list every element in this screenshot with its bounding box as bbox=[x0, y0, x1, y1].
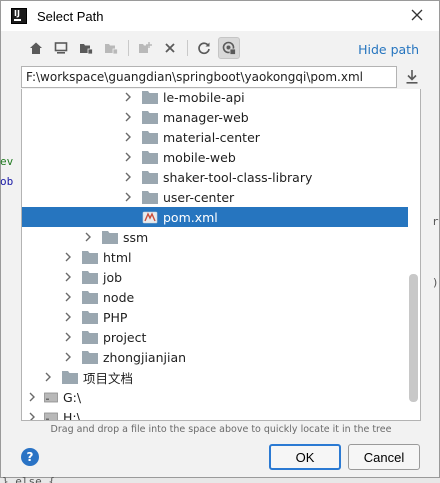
tree-item-label: job bbox=[103, 269, 123, 285]
drive-icon bbox=[44, 412, 58, 420]
tree-item-label: H:\ bbox=[63, 409, 81, 421]
new-folder-icon[interactable] bbox=[134, 37, 156, 59]
download-icon[interactable] bbox=[403, 67, 421, 87]
tree-item-label: manager-web bbox=[163, 109, 249, 125]
background-code-fragment: ev bbox=[0, 155, 14, 168]
folder-icon bbox=[142, 151, 158, 164]
tree-item-label: pom.xml bbox=[163, 209, 218, 225]
chevron-right-icon[interactable] bbox=[62, 311, 74, 323]
tree-item[interactable]: node bbox=[22, 287, 408, 307]
chevron-right-icon[interactable] bbox=[62, 251, 74, 263]
cancel-button[interactable]: Cancel bbox=[348, 444, 420, 470]
tree-item[interactable]: mobile-web bbox=[22, 147, 408, 167]
folder-icon bbox=[62, 371, 78, 384]
dialog-title: Select Path bbox=[37, 8, 104, 24]
chevron-right-icon[interactable] bbox=[26, 411, 38, 420]
folder-icon bbox=[82, 291, 98, 304]
delete-icon[interactable] bbox=[159, 37, 181, 59]
tree-item[interactable]: project bbox=[22, 327, 408, 347]
toolbar-separator bbox=[187, 40, 188, 56]
tree-item[interactable]: 项目文档 bbox=[22, 367, 408, 387]
show-hidden-icon[interactable] bbox=[218, 37, 240, 59]
folder-icon bbox=[102, 231, 118, 244]
help-button[interactable]: ? bbox=[21, 448, 39, 466]
chevron-right-icon[interactable] bbox=[62, 331, 74, 343]
background-code-fragment: ) bbox=[432, 276, 439, 289]
drag-drop-hint: Drag and drop a file into the space abov… bbox=[50, 424, 392, 435]
select-path-dialog: IJ Select Path Hide path F:\workspace\gu… bbox=[0, 0, 440, 478]
chevron-right-icon[interactable] bbox=[122, 131, 134, 143]
chevron-right-icon[interactable] bbox=[122, 91, 134, 103]
folder-icon bbox=[82, 351, 98, 364]
scrollbar-thumb[interactable] bbox=[409, 274, 418, 402]
tree-item[interactable]: html bbox=[22, 247, 408, 267]
module-folder-icon[interactable] bbox=[100, 37, 122, 59]
chevron-right-icon[interactable] bbox=[122, 171, 134, 183]
tree-item-label: project bbox=[103, 329, 147, 345]
tree-item[interactable]: zhongjianjian bbox=[22, 347, 408, 367]
tree-item-label: G:\ bbox=[63, 389, 82, 405]
chevron-right-icon[interactable] bbox=[26, 391, 38, 403]
folder-icon bbox=[142, 111, 158, 124]
folder-icon bbox=[82, 251, 98, 264]
tree-item-label: le-mobile-api bbox=[163, 89, 245, 105]
tree-item-label: shaker-tool-class-library bbox=[163, 169, 313, 185]
chevron-right-icon[interactable] bbox=[122, 111, 134, 123]
hide-path-link[interactable]: Hide path bbox=[358, 42, 419, 57]
maven-file-icon bbox=[142, 211, 158, 224]
tree-item[interactable]: shaker-tool-class-library bbox=[22, 167, 408, 187]
tree-item[interactable]: job bbox=[22, 267, 408, 287]
chevron-right-icon[interactable] bbox=[122, 191, 134, 203]
chevron-right-icon[interactable] bbox=[122, 151, 134, 163]
desktop-icon[interactable] bbox=[50, 37, 72, 59]
folder-icon bbox=[142, 131, 158, 144]
tree-item[interactable]: le-mobile-api bbox=[22, 89, 408, 107]
folder-icon bbox=[82, 331, 98, 344]
path-input[interactable] bbox=[21, 66, 397, 88]
toolbar-separator bbox=[128, 40, 129, 56]
tree-item[interactable]: H:\ bbox=[22, 407, 408, 421]
tree-item-label: node bbox=[103, 289, 135, 305]
tree-item[interactable]: ssm bbox=[22, 227, 408, 247]
close-icon[interactable] bbox=[409, 7, 425, 23]
chevron-right-icon[interactable] bbox=[62, 271, 74, 283]
folder-icon bbox=[82, 271, 98, 284]
drive-icon bbox=[44, 392, 58, 403]
background-code-fragment: ob bbox=[0, 175, 14, 188]
tree-item-label: PHP bbox=[103, 309, 128, 325]
tree-item-selected[interactable]: pom.xml bbox=[22, 207, 408, 227]
tree-item-label: 项目文档 bbox=[83, 370, 134, 386]
folder-icon bbox=[82, 311, 98, 324]
tree-item[interactable]: user-center bbox=[22, 187, 408, 207]
background-code-fragment: } else { bbox=[2, 475, 55, 483]
chevron-right-icon[interactable] bbox=[42, 371, 54, 383]
tree-item-label: zhongjianjian bbox=[103, 349, 187, 365]
home-icon[interactable] bbox=[25, 37, 47, 59]
path-row bbox=[21, 65, 421, 89]
background-code-fragment: r bbox=[432, 215, 439, 228]
tree-item[interactable]: PHP bbox=[22, 307, 408, 327]
toolbar: Hide path bbox=[1, 31, 439, 65]
tree-item-label: user-center bbox=[163, 189, 235, 205]
ok-button[interactable]: OK bbox=[269, 444, 341, 470]
tree-item-label: material-center bbox=[163, 129, 260, 145]
folder-icon bbox=[142, 91, 158, 104]
tree-item[interactable]: manager-web bbox=[22, 107, 408, 127]
refresh-icon[interactable] bbox=[193, 37, 215, 59]
project-folder-icon[interactable] bbox=[75, 37, 97, 59]
folder-icon bbox=[142, 191, 158, 204]
tree-item-label: html bbox=[103, 249, 132, 265]
tree-item-label: mobile-web bbox=[163, 149, 236, 165]
folder-icon bbox=[142, 171, 158, 184]
chevron-right-icon[interactable] bbox=[62, 351, 74, 363]
chevron-right-icon[interactable] bbox=[62, 291, 74, 303]
tree-item[interactable]: G:\ bbox=[22, 387, 408, 407]
tree-item[interactable]: material-center bbox=[22, 127, 408, 147]
chevron-right-icon[interactable] bbox=[82, 231, 94, 243]
file-tree[interactable]: le-mobile-api manager-web material-cente… bbox=[21, 89, 421, 421]
tree-item-label: ssm bbox=[123, 229, 149, 245]
intellij-logo-icon: IJ bbox=[11, 8, 27, 24]
title-bar: IJ Select Path bbox=[1, 1, 439, 31]
